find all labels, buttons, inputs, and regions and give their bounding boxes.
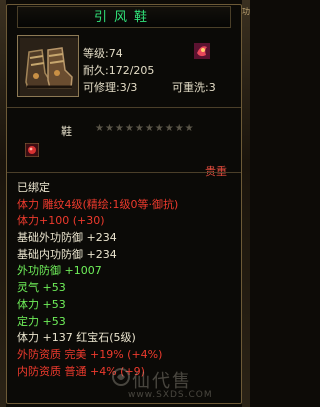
star-rating: ★★★★★★★★★★ [95, 123, 195, 134]
item-rewash-count: 可重洗:3 [172, 81, 216, 94]
attribute-list: 已绑定 体力 雕纹4级(精绘:1级0等·御抗) 体力+100 (+30) 基础外… [17, 180, 237, 380]
boots-icon [20, 38, 78, 96]
gem-socket-icon [194, 43, 210, 59]
item-durability: 耐久:172/205 [83, 64, 155, 77]
right-background-edge [242, 0, 250, 407]
attribute-line: 外功防御 +1007 [17, 264, 102, 278]
aptitude-line: 内防资质 普通 +4% (+9) [17, 364, 145, 378]
attribute-line: 体力 +53 [17, 297, 66, 311]
equip-slot-label: 鞋 [61, 125, 72, 138]
attribute-line: 基础内功防御 +234 [17, 247, 117, 261]
item-level: 等级:74 [83, 47, 123, 60]
gem-attribute-line: 体力 +137 红宝石(5级) [17, 331, 136, 345]
item-icon-slot [17, 35, 79, 97]
item-name: 引风鞋 [17, 6, 231, 28]
attribute-line: 定力 +53 [17, 314, 66, 328]
attribute-line: 基础外功防御 +234 [17, 231, 117, 245]
aptitude-line: 外防资质 完美 +19% (+4%) [17, 347, 163, 361]
attribute-divider [7, 172, 241, 173]
slot-gem-icon [25, 143, 39, 157]
item-tooltip: 引风鞋 等级:74 耐久:172/205 可修理:3/3 可重洗:3 鞋 ★★★… [6, 4, 242, 404]
attribute-line: 灵气 +53 [17, 281, 66, 295]
item-grade-badge: 贵重 [205, 165, 227, 178]
item-repair-count: 可修理:3/3 [83, 81, 138, 94]
attribute-line: 体力 雕纹4级(精绘:1级0等·御抗) [17, 197, 179, 211]
bound-status: 已绑定 [17, 181, 50, 194]
tooltip-divider [7, 107, 241, 108]
attribute-line: 体力+100 (+30) [17, 214, 105, 228]
